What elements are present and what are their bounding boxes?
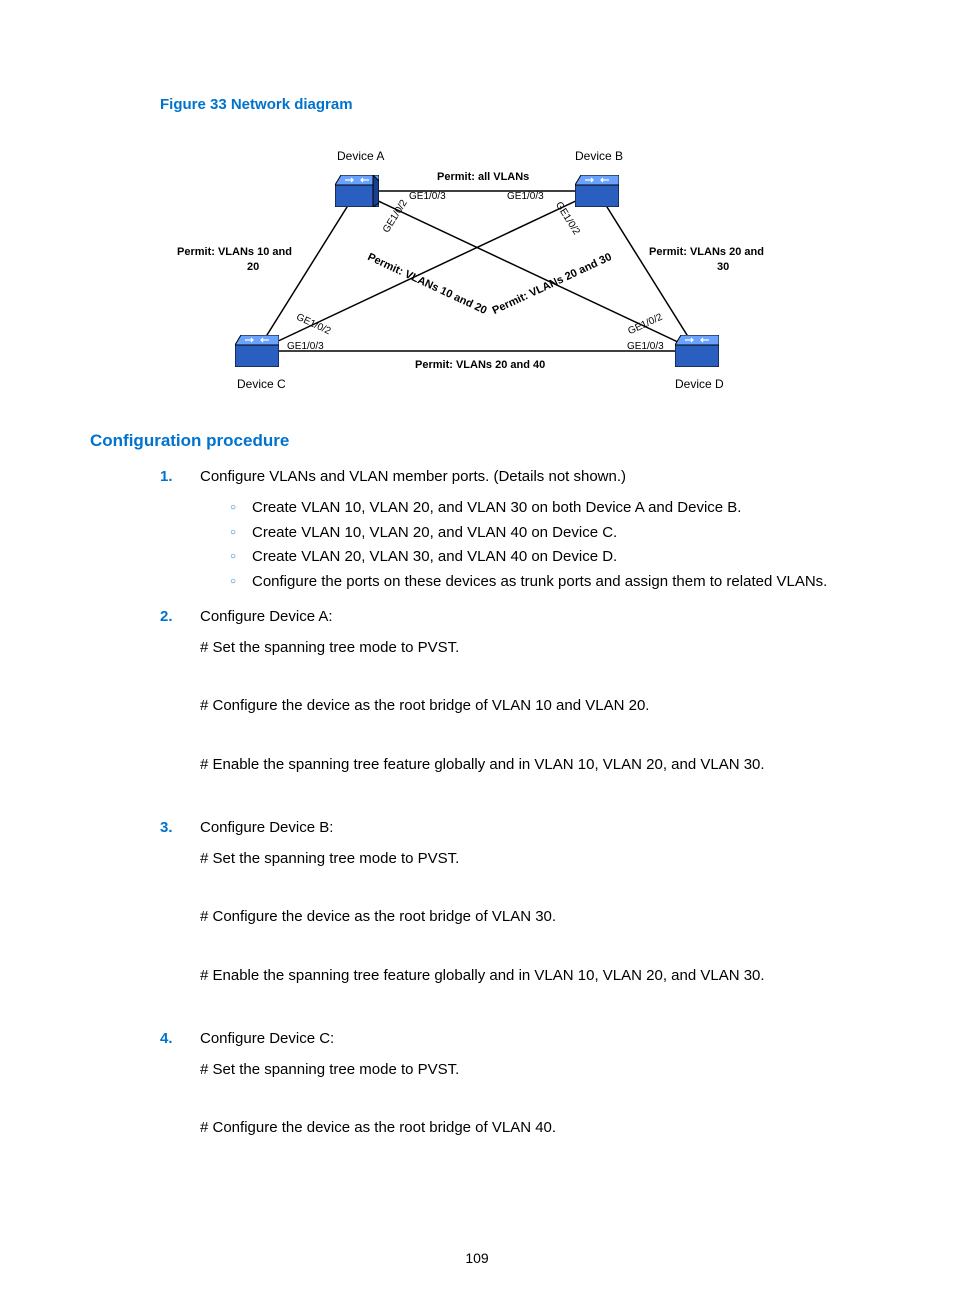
network-diagram: Device A Device B Device C Device D Perm… <box>197 121 757 401</box>
step-line: # Set the spanning tree mode to PVST. <box>200 636 864 661</box>
device-label-c: Device C <box>237 377 286 391</box>
edge-label: Permit: all VLANs <box>437 171 529 183</box>
step-number: 3. <box>160 816 173 841</box>
step-text: Configure Device A: <box>200 608 333 625</box>
page-number: 109 <box>0 1250 954 1266</box>
port-label: GE1/0/3 <box>507 191 544 202</box>
list-item: 1. Configure VLANs and VLAN member ports… <box>160 465 864 595</box>
section-heading: Configuration procedure <box>90 431 864 451</box>
step-number: 1. <box>160 465 173 490</box>
edge-label: Permit: VLANs 20 and 40 <box>415 359 545 371</box>
switch-icon <box>335 175 379 207</box>
switch-icon <box>575 175 619 207</box>
sublist-item: Create VLAN 20, VLAN 30, and VLAN 40 on … <box>230 545 864 570</box>
port-label: GE1/0/3 <box>627 341 664 352</box>
sublist-item: Configure the ports on these devices as … <box>230 570 864 595</box>
step-line: # Configure the device as the root bridg… <box>200 1116 864 1141</box>
list-item: 2. Configure Device A: # Set the spannin… <box>160 605 864 806</box>
switch-icon <box>675 335 719 367</box>
list-item: 4. Configure Device C: # Set the spannin… <box>160 1027 864 1141</box>
step-line: # Enable the spanning tree feature globa… <box>200 753 864 778</box>
edge-label: 20 <box>247 261 259 273</box>
edge-label: Permit: VLANs 20 and <box>649 246 764 258</box>
step-line: # Configure the device as the root bridg… <box>200 905 864 930</box>
figure-title: Figure 33 Network diagram <box>160 96 864 113</box>
device-label-a: Device A <box>337 149 384 163</box>
step-number: 4. <box>160 1027 173 1052</box>
port-label: GE1/0/3 <box>409 191 446 202</box>
step-number: 2. <box>160 605 173 630</box>
step-line: # Configure the device as the root bridg… <box>200 694 864 719</box>
step-text: Configure Device B: <box>200 819 333 836</box>
step-text: Configure VLANs and VLAN member ports. (… <box>200 468 626 485</box>
port-label: GE1/0/3 <box>287 341 324 352</box>
step-line: # Enable the spanning tree feature globa… <box>200 964 864 989</box>
edge-label: Permit: VLANs 10 and <box>177 246 292 258</box>
sublist: Create VLAN 10, VLAN 20, and VLAN 30 on … <box>200 496 864 595</box>
switch-icon <box>235 335 279 367</box>
device-label-d: Device D <box>675 377 724 391</box>
procedure-list: 1. Configure VLANs and VLAN member ports… <box>90 465 864 1141</box>
sublist-item: Create VLAN 10, VLAN 20, and VLAN 30 on … <box>230 496 864 521</box>
device-label-b: Device B <box>575 149 623 163</box>
list-item: 3. Configure Device B: # Set the spannin… <box>160 816 864 1017</box>
step-line: # Set the spanning tree mode to PVST. <box>200 1058 864 1083</box>
step-line: # Set the spanning tree mode to PVST. <box>200 847 864 872</box>
sublist-item: Create VLAN 10, VLAN 20, and VLAN 40 on … <box>230 521 864 546</box>
edge-label: 30 <box>717 261 729 273</box>
step-text: Configure Device C: <box>200 1030 334 1047</box>
